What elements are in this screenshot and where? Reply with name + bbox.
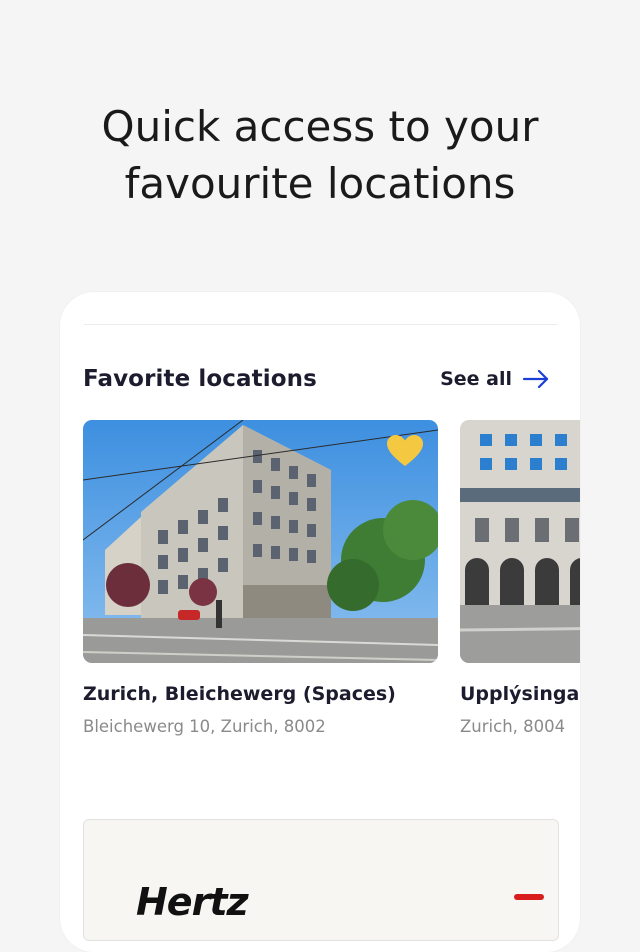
heart-icon[interactable]: [386, 434, 424, 468]
location-name: Zurich, Bleichewerg (Spaces): [83, 683, 396, 705]
arrow-right-icon: [522, 369, 549, 389]
location-card[interactable]: Zurich, Bleichewerg (Spaces) Bleichewerg…: [83, 420, 438, 736]
location-address: Zurich, 8004: [460, 717, 566, 736]
location-address: Bleichewerg 10, Zurich, 8002: [83, 717, 326, 736]
location-name: Upplýsinga: [460, 683, 580, 705]
section-title: Favorite locations: [83, 366, 317, 392]
headline-line-1: Quick access to your: [101, 102, 539, 151]
see-all-link[interactable]: See all: [440, 368, 550, 390]
favorite-locations-carousel[interactable]: Zurich, Bleichewerg (Spaces) Bleichewerg…: [83, 420, 580, 750]
see-all-label: See all: [440, 368, 512, 390]
location-photo: [460, 420, 580, 663]
banner-accent: [514, 894, 544, 900]
divider: [84, 324, 558, 325]
brand-logo: Hertz: [136, 880, 249, 924]
location-card[interactable]: Upplýsinga Zurich, 8004: [460, 420, 580, 736]
onboarding-headline: Quick access to your favourite locations: [0, 98, 640, 212]
headline-line-2: favourite locations: [124, 159, 516, 208]
phone-preview-card: Favorite locations See all Zurich, Bleic…: [60, 292, 580, 952]
location-photo: [83, 420, 438, 663]
promo-banner[interactable]: Hertz: [83, 819, 559, 941]
